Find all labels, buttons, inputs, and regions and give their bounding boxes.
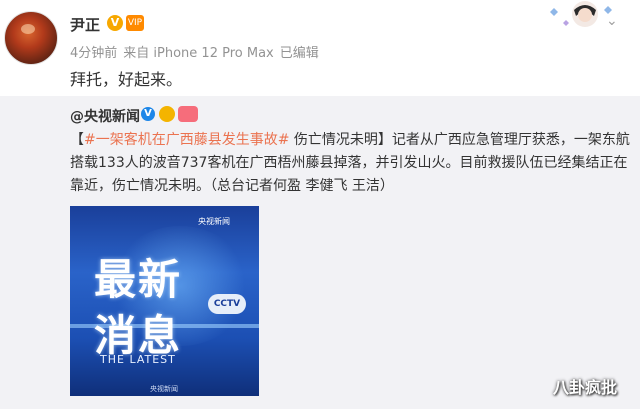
image-logo-top: 央视新闻 xyxy=(198,217,230,226)
image-logo-bottom: 央视新闻 xyxy=(150,385,178,393)
repost-username[interactable]: @央视新闻 xyxy=(70,106,140,126)
chevron-down-icon[interactable]: ⌄ xyxy=(606,13,618,29)
repost-image[interactable]: 央视新闻 最新 消息 CCTV THE LATEST 央视新闻 xyxy=(70,206,259,396)
post-source: 来自 iPhone 12 Pro Max xyxy=(123,46,274,61)
avatar-highlight xyxy=(21,24,35,34)
verified-badge-icon: V xyxy=(107,15,123,31)
vip-badge-icon: VIP xyxy=(126,15,144,31)
repost-topic-link[interactable]: #一架客机在广西藤县发生事故# xyxy=(84,132,289,148)
image-subtitle: THE LATEST xyxy=(100,353,176,366)
avatar[interactable] xyxy=(4,11,58,65)
post-meta: 4分钟前 来自 iPhone 12 Pro Max 已编辑 xyxy=(70,42,325,61)
post-edited[interactable]: 已编辑 xyxy=(280,46,319,61)
repost-verified-icon: V xyxy=(141,107,155,121)
repost-fan-badge-icon xyxy=(178,106,198,122)
watermark: 八卦疯批 xyxy=(553,378,618,397)
cctv-logo-icon: CCTV xyxy=(208,294,246,314)
post-content: 拜托，好起来。 xyxy=(70,70,183,89)
repost-card[interactable]: @央视新闻 V 【#一架客机在广西藤县发生事故# 伤亡情况未明】记者从广西应急管… xyxy=(0,96,640,409)
post-time[interactable]: 4分钟前 xyxy=(70,46,117,61)
weibo-post: 尹正 V VIP 4分钟前 来自 iPhone 12 Pro Max 已编辑 拜托，… xyxy=(0,0,640,409)
image-headline-line1: 最新 xyxy=(94,255,183,304)
repost-text: 【#一架客机在广西藤县发生事故# 伤亡情况未明】记者从广西应急管理厅获悉，一架东… xyxy=(70,129,635,198)
repost-medal-icon xyxy=(159,106,175,122)
repost-bracket: 【 xyxy=(70,132,84,148)
post-username[interactable]: 尹正 xyxy=(70,14,100,35)
